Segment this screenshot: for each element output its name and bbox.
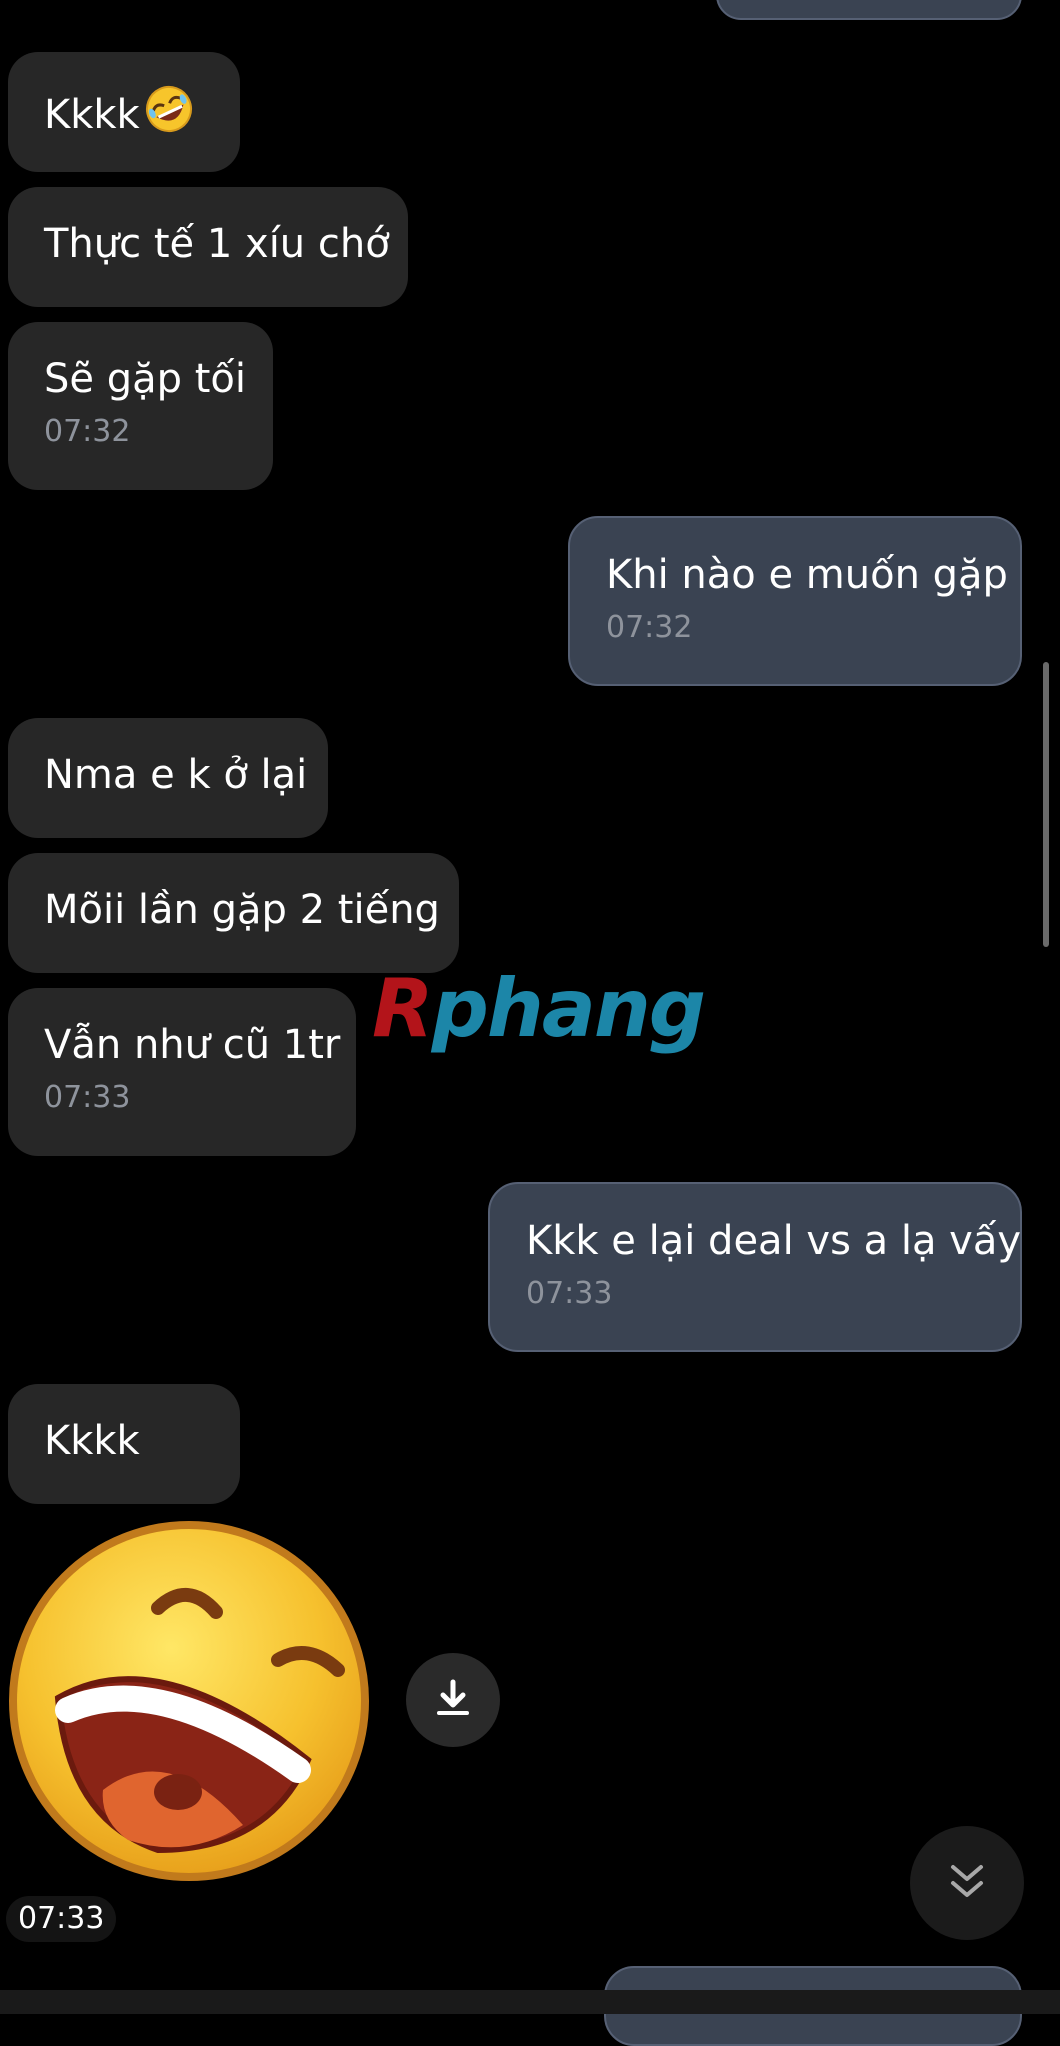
message-bubble-outgoing[interactable]: Khi nào e muốn gặp 07:32 <box>568 516 1022 686</box>
rolling-on-floor-laughing-icon <box>144 84 194 146</box>
message-text: Kkkk <box>44 84 204 146</box>
message-bubble-outgoing[interactable]: Kkk e lại deal vs a lạ vấy 07:33 <box>488 1182 1022 1352</box>
message-text: Thực tế 1 xíu chớ <box>44 221 390 267</box>
message-text: Kkk e lại deal vs a lạ vấy <box>526 1218 1022 1264</box>
message-bubble-incoming[interactable]: Kkkk <box>8 1384 240 1504</box>
download-icon <box>433 1678 473 1722</box>
message-bubble-incoming[interactable]: Nma e k ở lại <box>8 718 328 838</box>
double-chevron-down-icon <box>945 1859 989 1907</box>
message-timestamp: 07:33 <box>44 1080 131 1115</box>
download-button[interactable] <box>406 1653 500 1747</box>
scroll-to-bottom-button[interactable] <box>910 1826 1024 1940</box>
laughing-emoji-sticker[interactable] <box>8 1520 370 1882</box>
scrollbar-thumb[interactable] <box>1043 662 1049 947</box>
message-timestamp: 07:32 <box>44 414 131 449</box>
message-text: Nma e k ở lại <box>44 752 308 798</box>
message-bubble-incoming[interactable]: Vẫn như cũ 1tr 07:33 <box>8 988 356 1156</box>
message-text: Khi nào e muốn gặp <box>606 552 1008 598</box>
bottom-bar <box>0 1990 1060 2014</box>
message-bubble-incoming[interactable]: Sẽ gặp tối 07:32 <box>8 322 273 490</box>
sticker-timestamp: 07:33 <box>6 1896 117 1942</box>
message-bubble-incoming[interactable]: Kkkk <box>8 52 240 172</box>
message-text: Vẫn như cũ 1tr <box>44 1022 341 1068</box>
message-text: Mõii lần gặp 2 tiếng <box>44 887 440 933</box>
message-bubble-incoming[interactable]: Thực tế 1 xíu chớ <box>8 187 408 307</box>
message-timestamp: 07:32 <box>606 610 693 645</box>
message-text: Sẽ gặp tối <box>44 356 246 402</box>
watermark-logo: Rphang <box>372 962 706 1055</box>
message-text: Kkkk <box>44 1418 140 1464</box>
message-bubble-outgoing-partial[interactable] <box>716 0 1022 20</box>
message-timestamp: 07:33 <box>526 1276 613 1311</box>
message-bubble-incoming[interactable]: Mõii lần gặp 2 tiếng <box>8 853 459 973</box>
